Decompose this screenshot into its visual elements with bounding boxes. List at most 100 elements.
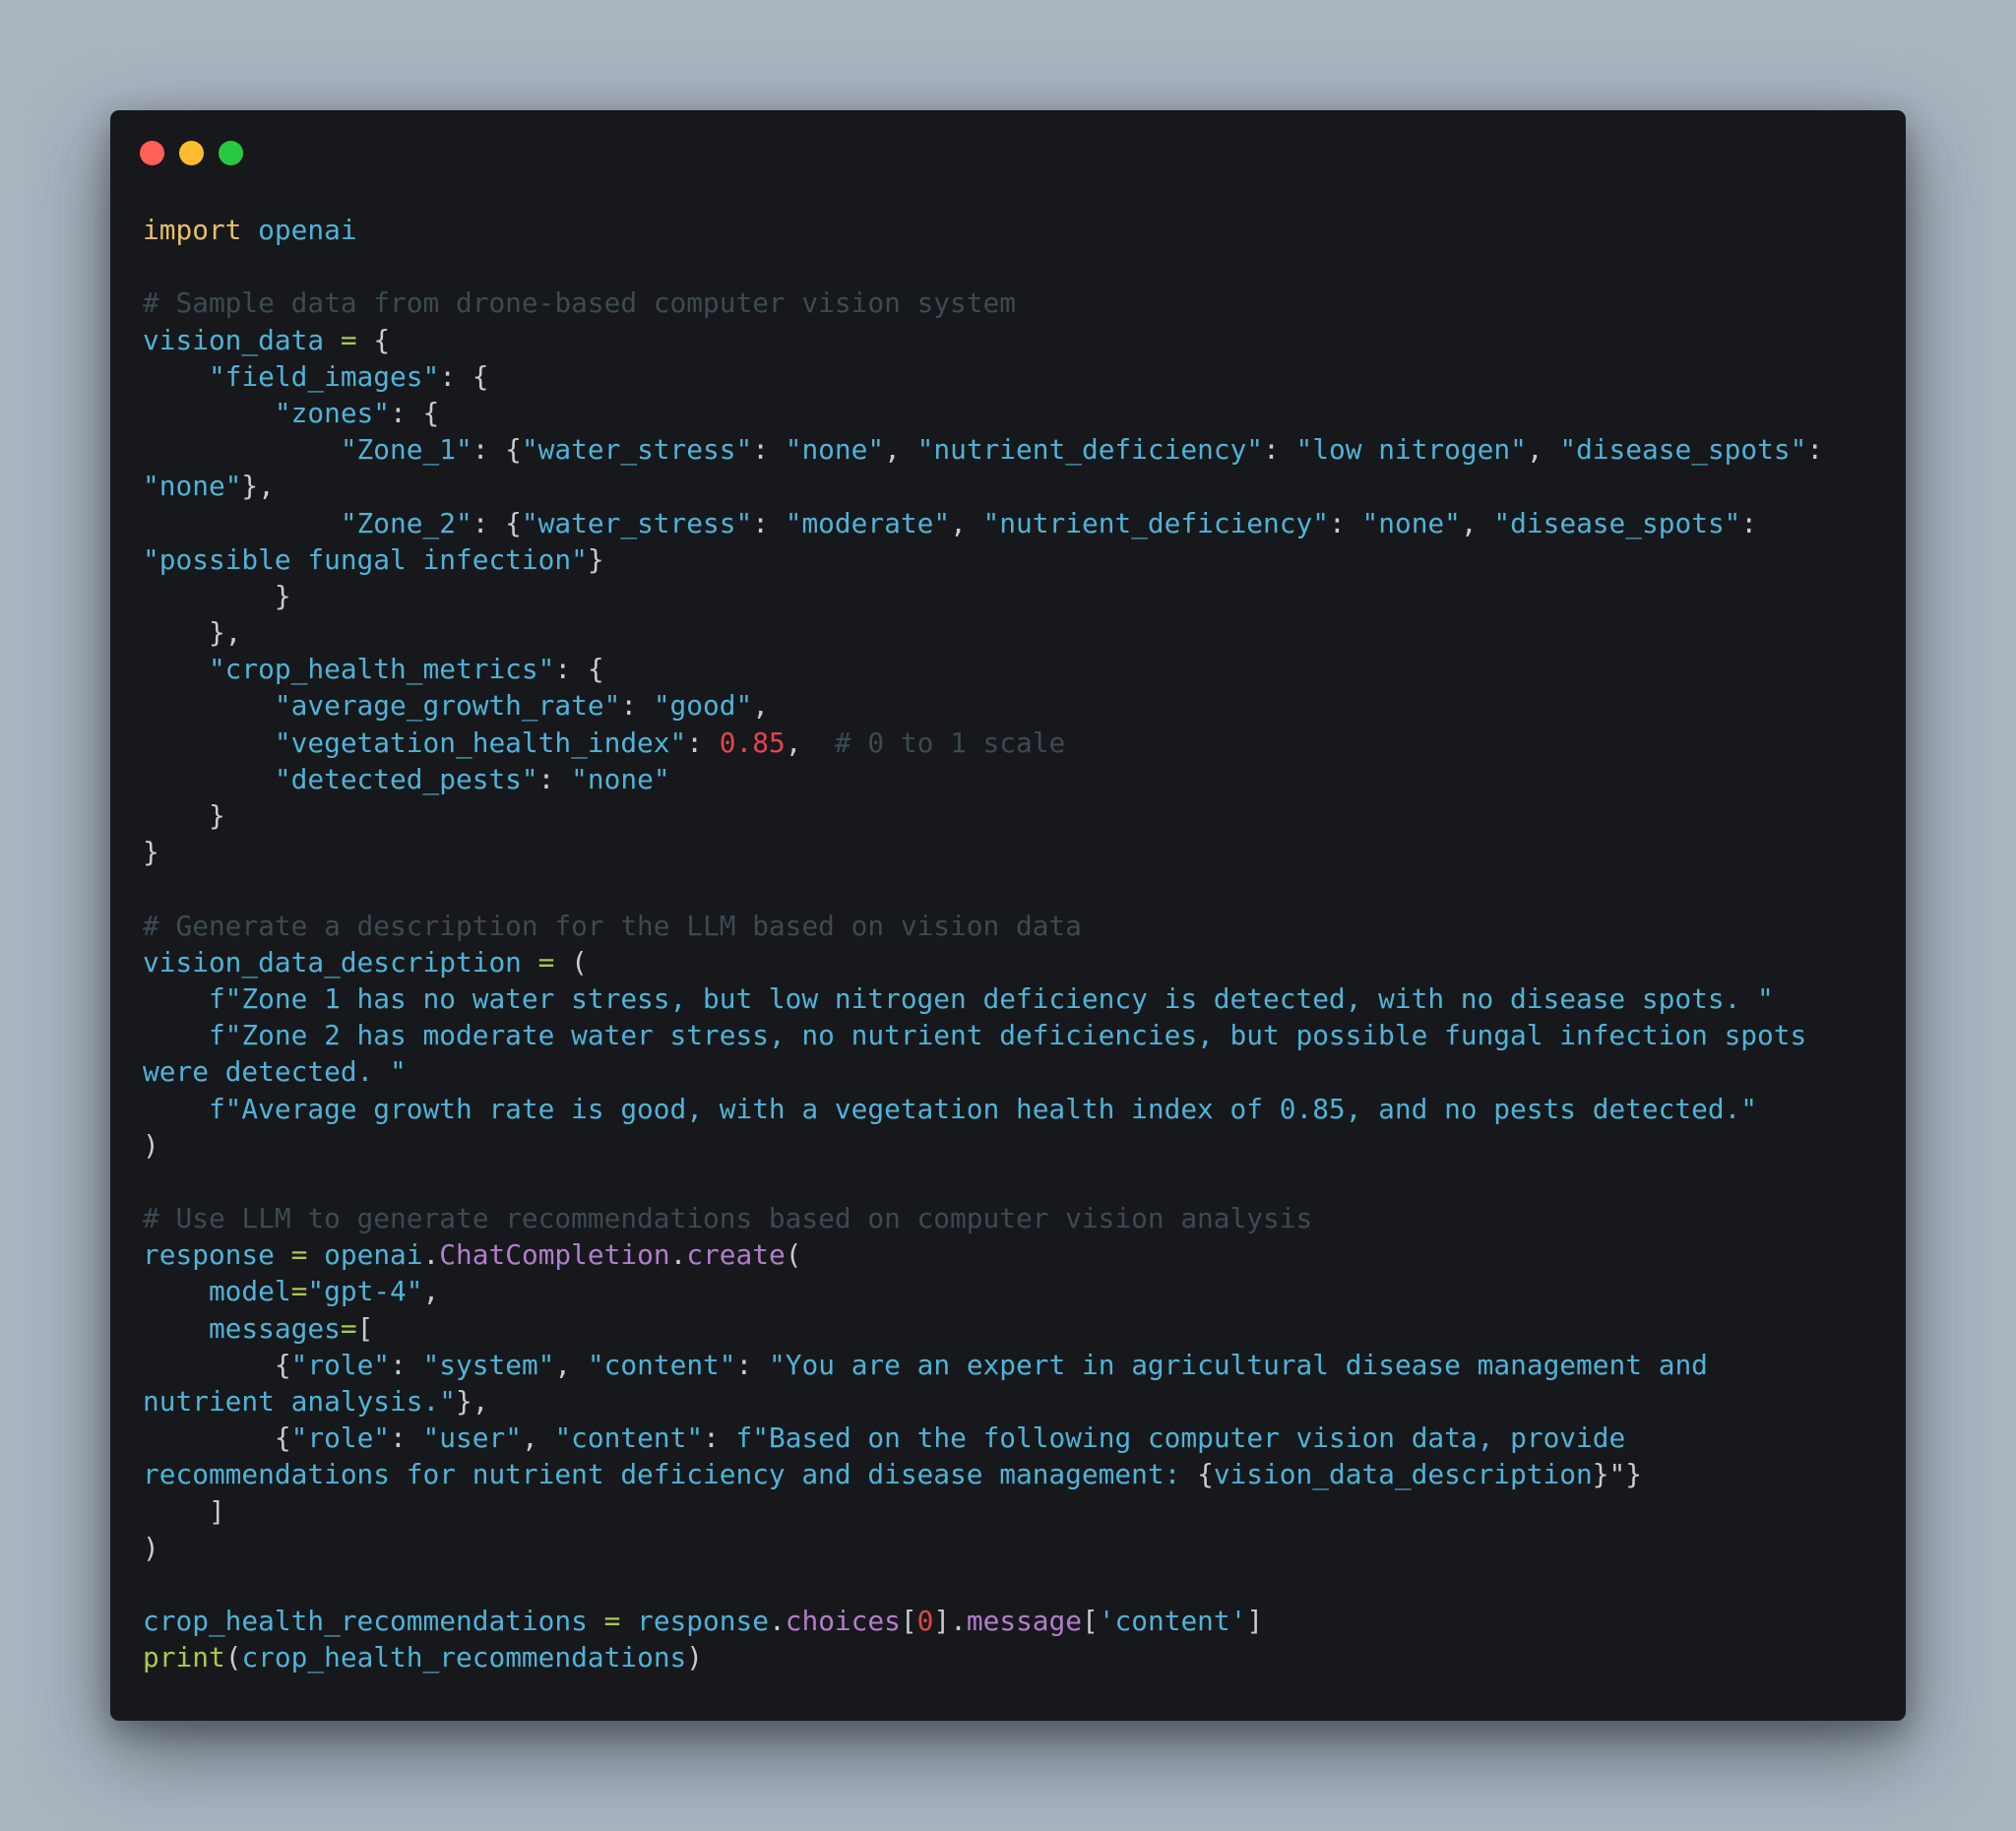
code-token-op: =: [340, 323, 357, 356]
code-token-str: "good": [653, 689, 753, 723]
code-token-punc: {: [143, 1348, 291, 1381]
code-line: recommendations for nutrient deficiency …: [143, 1456, 1876, 1492]
code-token-punc: }: [587, 542, 604, 576]
code-line: response = openai.ChatCompletion.create(: [143, 1236, 1876, 1273]
code-token-str: "zones": [143, 396, 391, 429]
code-line: ]: [143, 1493, 1876, 1530]
code-token-var: crop_health_recommendations: [241, 1641, 687, 1674]
code-token-op: =: [340, 1311, 357, 1345]
code-token-punc: (: [224, 1641, 242, 1674]
code-token-punc: ): [143, 1128, 159, 1162]
code-line: "crop_health_metrics": {: [143, 651, 1876, 687]
minimize-dot-icon[interactable]: [179, 141, 204, 165]
code-line: ): [143, 1127, 1876, 1164]
code-line: "Zone_2": {"water_stress": "moderate", "…: [143, 505, 1876, 541]
code-token-str: nutrient analysis.": [143, 1385, 456, 1418]
code-token-punc: ): [686, 1641, 704, 1674]
code-token-punc: (: [785, 1238, 802, 1272]
code-line: f"Zone 1 has no water stress, but low ni…: [143, 980, 1876, 1017]
code-token-punc: },: [455, 1385, 489, 1418]
code-token-var: openai: [307, 1238, 423, 1272]
code-token-str: f"Average growth rate is good, with a ve…: [143, 1092, 1758, 1125]
code-token-str: "vegetation_health_index": [143, 726, 687, 759]
code-token-punc: ,: [554, 1348, 588, 1381]
code-token-var: messages: [143, 1311, 341, 1345]
code-line: {"role": "user", "content": f"Based on t…: [143, 1420, 1876, 1456]
code-token-punc: :: [1806, 433, 1824, 467]
code-token-str: "low nitrogen": [1295, 433, 1527, 467]
code-token-punc: [: [1082, 1605, 1099, 1638]
code-token-var: vision_data_description: [1213, 1458, 1593, 1491]
code-token-str: 'content': [1098, 1605, 1247, 1638]
code-token-punc: }: [143, 836, 159, 869]
code-token-str: "Zone_1": [143, 433, 472, 467]
code-token-str: "crop_health_metrics": [143, 653, 555, 686]
code-token-str: "content": [587, 1348, 736, 1381]
code-token-str: "possible fungal infection": [143, 542, 588, 576]
code-token-punc: (: [554, 945, 588, 979]
code-token-str: "You are an expert in agricultural disea…: [769, 1348, 1708, 1381]
code-token-op: =: [290, 1275, 308, 1308]
code-line: # Generate a description for the LLM bas…: [143, 908, 1876, 944]
code-line: messages=[: [143, 1310, 1876, 1347]
code-token-str: "user": [422, 1421, 522, 1455]
code-token-str: "Zone_2": [143, 506, 472, 539]
code-token-punc: :: [390, 1421, 423, 1455]
code-token-str: "role": [290, 1348, 391, 1381]
code-token-str: "field_images": [143, 359, 440, 393]
code-token-num: 0.85: [719, 726, 786, 759]
code-token-punc: ,: [1526, 433, 1560, 467]
maximize-dot-icon[interactable]: [219, 141, 243, 165]
code-token-punc: }: [143, 579, 291, 612]
code-token-punc: : {: [472, 506, 522, 539]
code-token-str: "disease_spots": [1493, 506, 1741, 539]
code-token-punc: }: [143, 799, 225, 832]
code-token-var: openai: [241, 214, 357, 246]
code-line: f"Average growth rate is good, with a ve…: [143, 1091, 1876, 1127]
close-dot-icon[interactable]: [140, 141, 164, 165]
code-token-punc: ,: [422, 1275, 440, 1308]
code-line: "average_growth_rate": "good",: [143, 687, 1876, 724]
code-token-str: "role": [290, 1421, 391, 1455]
code-token-punc: {: [1197, 1458, 1214, 1491]
code-token-str: "system": [422, 1348, 555, 1381]
code-token-str: f"Based on the following computer vision…: [735, 1421, 1626, 1455]
code-token-punc: ): [143, 1531, 159, 1564]
code-line: }: [143, 834, 1876, 870]
code-token-var: response: [143, 1238, 291, 1272]
code-line: "none"},: [143, 468, 1876, 504]
code-line: }: [143, 797, 1876, 834]
code-token-punc: :: [1329, 506, 1362, 539]
code-token-punc: },: [241, 470, 275, 503]
code-token-punc: [: [356, 1311, 374, 1345]
code-token-fn: ChatCompletion: [439, 1238, 670, 1272]
code-line: }: [143, 578, 1876, 614]
code-token-punc: ]: [1246, 1605, 1264, 1638]
code-token-punc: .: [422, 1238, 440, 1272]
code-line: # Use LLM to generate recommendations ba…: [143, 1200, 1876, 1236]
code-token-punc: ,: [1460, 506, 1494, 539]
code-token-punc: ,: [884, 433, 917, 467]
code-token-str: "none": [571, 762, 670, 795]
code-token-punc: .: [669, 1238, 687, 1272]
code-line: "Zone_1": {"water_stress": "none", "nutr…: [143, 431, 1876, 468]
code-token-kw: import: [143, 214, 242, 246]
code-token-op: =: [537, 945, 555, 979]
code-token-punc: :: [1263, 433, 1296, 467]
code-token-var: response: [620, 1605, 769, 1638]
code-token-punc: :: [735, 1348, 770, 1381]
code-line: import openai: [143, 212, 1876, 248]
code-token-punc: ,: [752, 689, 769, 723]
code-token-punc: {: [356, 323, 391, 356]
code-token-str: were detected. ": [143, 1055, 407, 1089]
code-token-builtin: print: [143, 1641, 225, 1674]
code-line: "detected_pests": "none": [143, 761, 1876, 797]
code-token-str: "gpt-4": [307, 1275, 423, 1308]
code-token-var: vision_data: [143, 323, 341, 356]
code-token-punc: {: [143, 1421, 291, 1455]
code-window: import openai # Sample data from drone-ba…: [110, 110, 1906, 1721]
code-token-str: "water_stress": [521, 506, 753, 539]
code-token-punc: ].: [933, 1605, 967, 1638]
code-token-punc: :: [752, 506, 786, 539]
code-token-op: =: [603, 1605, 621, 1638]
